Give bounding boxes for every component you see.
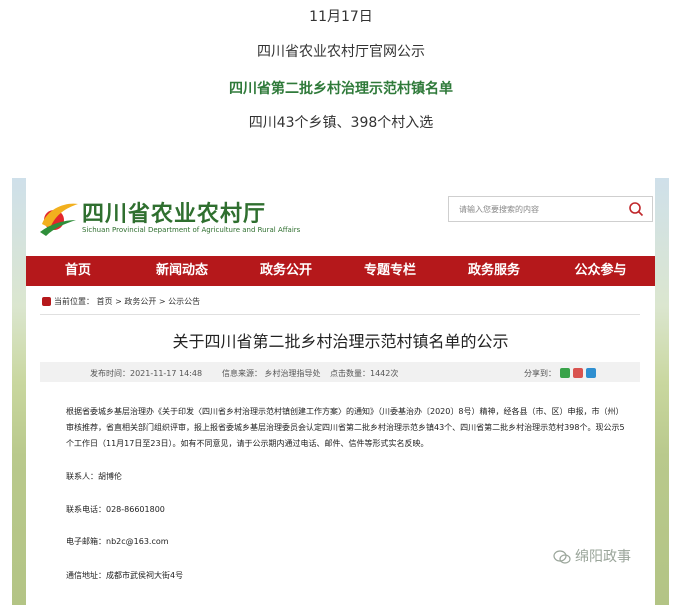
publish-time: 发布时间：2021-11-17 14:48 — [90, 369, 203, 378]
divider — [40, 314, 640, 315]
article-title: 关于四川省第二批乡村治理示范村镇名单的公示 — [172, 332, 509, 351]
logo-emblem-icon — [40, 203, 78, 236]
search-icon[interactable] — [628, 201, 644, 217]
headline-source: 四川省农业农村厅官网公示 — [257, 44, 425, 60]
view-count: 点击数量：1442次 — [330, 369, 399, 378]
nav-item-topics[interactable]: 专题专栏 — [338, 256, 442, 286]
contact-email: 电子邮箱：nb2c@163.com — [66, 537, 169, 546]
article-meta: 发布时间：2021-11-17 14:48 信息来源： 乡村治理指导处 点击数量… — [40, 362, 640, 382]
search-box[interactable]: 请输入您要搜索的内容 — [448, 196, 653, 222]
nav-item-gov-affairs[interactable]: 政务公开 — [234, 256, 338, 286]
article-body: 根据省委城乡基层治理办《关于印发〈四川省乡村治理示范村镇创建工作方案〉的通知》（… — [66, 407, 625, 448]
main-nav: 首页 新闻动态 政务公开 专题专栏 政务服务 公众参与 — [26, 256, 655, 286]
headline-subtitle: 四川43个乡镇、398个村入选 — [248, 115, 434, 131]
nav-item-news[interactable]: 新闻动态 — [130, 256, 234, 286]
watermark-text: 绵阳政事 — [575, 549, 631, 565]
logo-title: 四川省农业农村厅 — [82, 202, 267, 227]
qzone-share-icon[interactable] — [586, 368, 596, 378]
weibo-share-icon[interactable] — [573, 368, 583, 378]
nav-item-home[interactable]: 首页 — [26, 256, 130, 286]
logo-subtitle: Sichuan Provincial Department of Agricul… — [82, 226, 301, 234]
nav-item-services[interactable]: 政务服务 — [442, 256, 546, 286]
contact-person: 联系人：胡博伦 — [66, 472, 122, 481]
wechat-icon — [553, 550, 571, 564]
breadcrumb: 当前位置： 首页 > 政务公开 > 公示公告 — [42, 296, 200, 307]
breadcrumb-text[interactable]: 当前位置： 首页 > 政务公开 > 公示公告 — [54, 297, 200, 306]
location-icon — [42, 297, 51, 306]
contact-address: 通信地址：成都市武侯祠大街4号 — [66, 571, 184, 580]
contact-phone: 联系电话：028-86601800 — [66, 505, 165, 514]
nav-item-participation[interactable]: 公众参与 — [546, 256, 655, 286]
wechat-share-icon[interactable] — [560, 368, 570, 378]
website-screenshot: 四川省农业农村厅 Sichuan Provincial Department o… — [12, 178, 669, 605]
search-input[interactable]: 请输入您要搜索的内容 — [459, 204, 539, 215]
site-logo[interactable]: 四川省农业农村厅 Sichuan Provincial Department o… — [36, 190, 300, 242]
watermark: 绵阳政事 — [553, 546, 631, 566]
headline-date: 11月17日 — [309, 9, 373, 25]
headline-title: 四川省第二批乡村治理示范村镇名单 — [229, 81, 453, 97]
share-label: 分享到： — [524, 369, 556, 378]
info-source: 信息来源： 乡村治理指导处 — [222, 369, 321, 378]
